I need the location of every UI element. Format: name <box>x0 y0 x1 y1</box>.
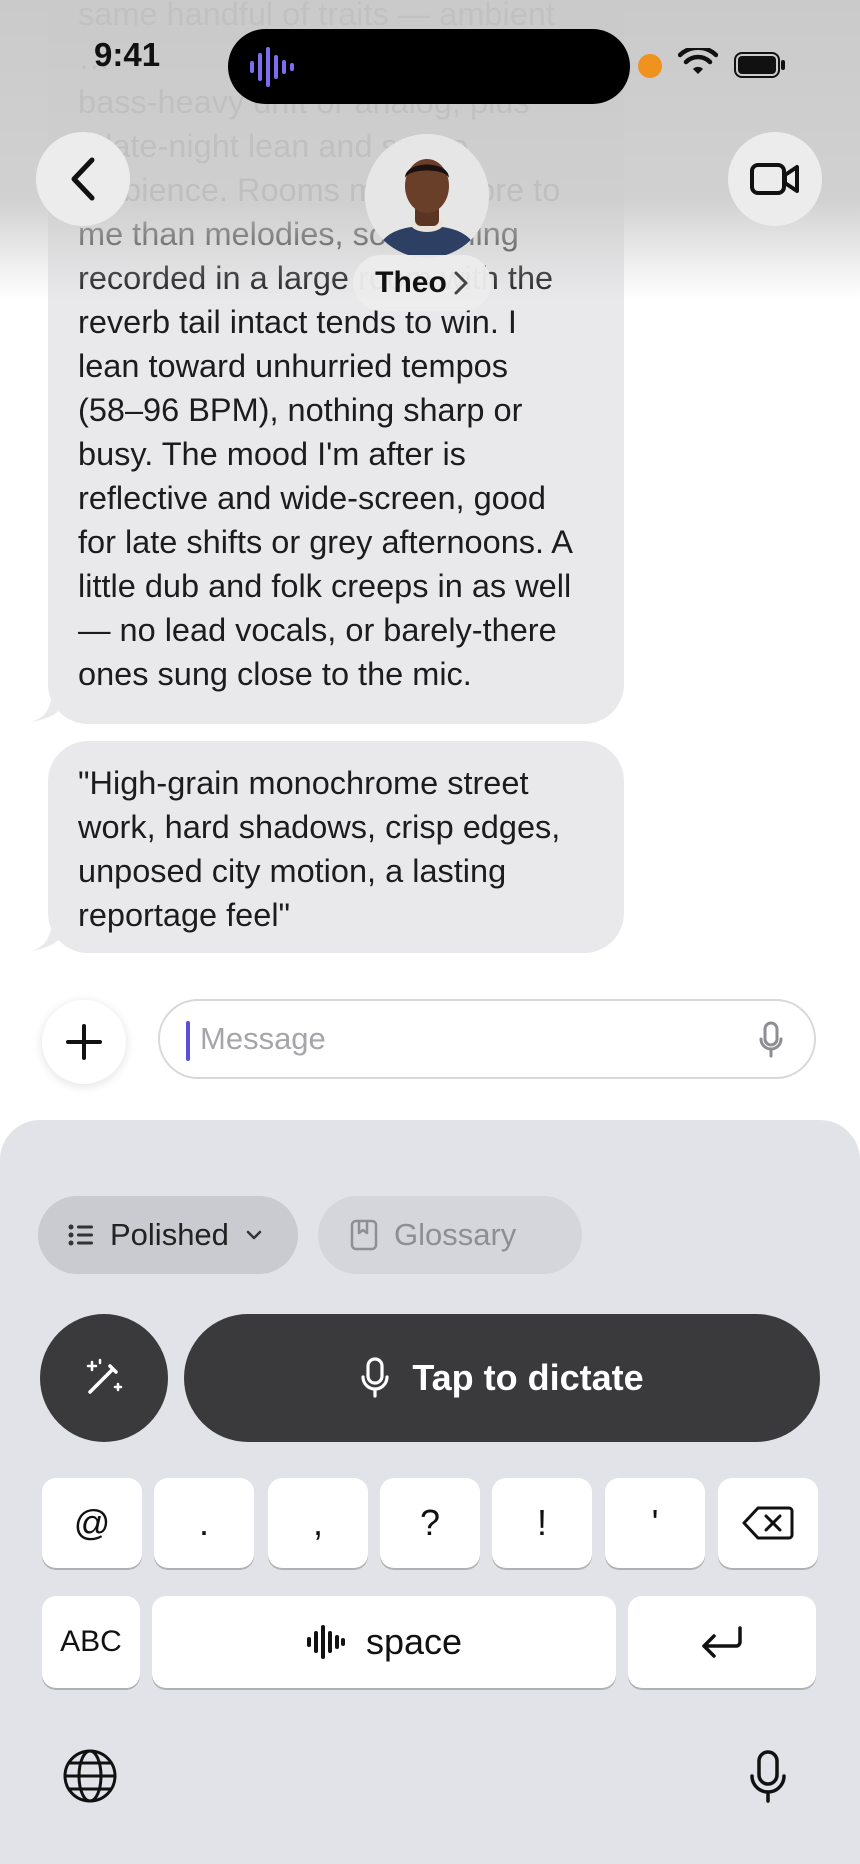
text-caret <box>186 1021 190 1061</box>
waveform-icon <box>250 47 294 87</box>
key-period[interactable]: . <box>154 1478 254 1568</box>
key-question[interactable]: ? <box>380 1478 480 1568</box>
glossary-label: Glossary <box>394 1217 517 1252</box>
key-comma[interactable]: , <box>268 1478 368 1568</box>
waveform-icon <box>306 1625 345 1659</box>
privacy-indicator <box>638 54 662 78</box>
bubble-tail <box>30 688 68 722</box>
book-icon <box>350 1219 378 1251</box>
contact-name: Theo <box>375 266 447 299</box>
key-exclamation[interactable]: ! <box>492 1478 592 1568</box>
key-apostrophe[interactable]: ' <box>605 1478 705 1568</box>
key-at[interactable]: @ <box>42 1478 142 1568</box>
microphone-icon[interactable] <box>758 1021 784 1059</box>
message-bubble-incoming[interactable]: same handful of traits — ambient … bass-… <box>48 0 624 724</box>
chevron-right-icon <box>454 271 468 295</box>
dictation-keyboard: Polished Glossary Tap to dictate @ . , ?… <box>0 1120 860 1864</box>
bubble-tail <box>30 917 68 951</box>
message-bubble-incoming[interactable]: "High-grain monochrome street work, hard… <box>48 741 624 953</box>
microphone-icon <box>361 1357 389 1398</box>
message-text: same handful of traits — ambient … bass-… <box>78 0 573 692</box>
message-input[interactable]: Message <box>158 999 816 1079</box>
video-call-button[interactable] <box>728 132 822 226</box>
globe-icon[interactable] <box>62 1748 118 1804</box>
tap-to-dictate-button[interactable]: Tap to dictate <box>184 1314 820 1442</box>
contact-avatar[interactable] <box>365 134 489 258</box>
video-camera-icon <box>750 163 799 195</box>
wifi-icon <box>678 48 718 74</box>
status-time: 9:41 <box>94 36 161 73</box>
back-chevron-icon <box>71 157 95 201</box>
dynamic-island <box>228 29 630 104</box>
back-button[interactable] <box>36 132 130 226</box>
backspace-key[interactable] <box>718 1478 818 1568</box>
return-icon <box>702 1626 742 1658</box>
backspace-icon <box>742 1506 794 1540</box>
magic-wand-icon <box>86 1358 123 1394</box>
glossary-button[interactable]: Glossary <box>318 1196 582 1274</box>
abc-key[interactable]: ABC <box>42 1596 140 1688</box>
chevron-down-icon <box>246 1230 262 1240</box>
battery-icon <box>734 52 785 78</box>
plus-icon <box>66 1024 102 1060</box>
magic-rewrite-button[interactable] <box>40 1314 168 1442</box>
mode-dropdown[interactable]: Polished <box>38 1196 298 1274</box>
space-key[interactable]: space <box>152 1596 616 1688</box>
contact-name-button[interactable]: Theo <box>353 255 491 311</box>
microphone-icon[interactable] <box>748 1750 788 1804</box>
return-key[interactable] <box>628 1596 816 1688</box>
add-attachment-button[interactable] <box>42 1000 126 1084</box>
mode-label: Polished <box>110 1217 229 1252</box>
message-text: "High-grain monochrome street work, hard… <box>78 765 561 933</box>
list-icon <box>68 1224 93 1246</box>
space-label: space <box>365 1621 463 1662</box>
dictate-label: Tap to dictate <box>412 1357 644 1398</box>
message-placeholder: Message <box>200 1021 326 1056</box>
avatar-portrait <box>365 134 489 258</box>
